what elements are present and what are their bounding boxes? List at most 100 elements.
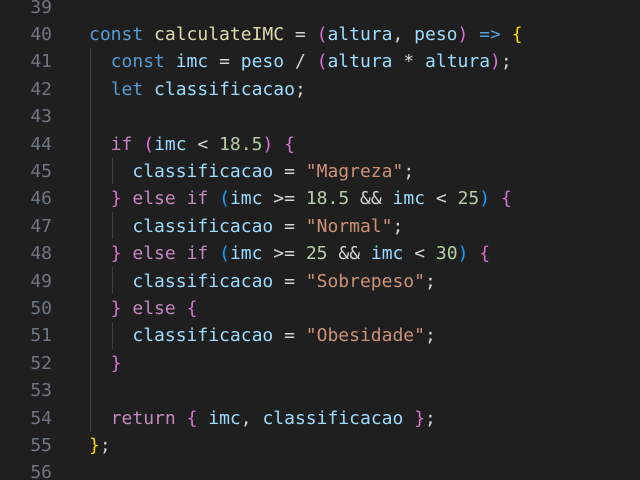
code-token: classificacao [132, 160, 274, 182]
code-text[interactable]: } [89, 350, 122, 377]
code-text[interactable]: let classificacao; [89, 76, 306, 103]
code-token: imc [370, 243, 404, 265]
line-number: 50 [30, 297, 52, 319]
code-text[interactable]: }; [89, 432, 111, 459]
code-token: 18.5 [305, 188, 350, 210]
line-number: 41 [30, 51, 52, 73]
code-token: ) [457, 243, 469, 265]
code-token: "Sobrepeso" [305, 270, 425, 292]
code-token: , [392, 23, 415, 45]
code-token: 25 [457, 188, 480, 210]
code-token: { [511, 23, 523, 45]
code-text[interactable]: if (imc < 18.5) { [89, 131, 295, 158]
code-token: ; [403, 160, 415, 182]
code-editor[interactable]: 39 40 const calculateIMC = (altura, peso) … [0, 0, 640, 480]
line-number: 51 [30, 325, 52, 347]
line-number: 47 [30, 215, 52, 237]
code-token: ) [490, 51, 501, 73]
code-line[interactable]: 51 classificacao = "Obesidade"; [0, 322, 640, 349]
code-token: } [110, 352, 122, 374]
code-token: classificacao [132, 270, 274, 292]
code-token: } [110, 243, 122, 265]
code-token: altura [327, 23, 393, 45]
code-token: else [132, 297, 176, 319]
code-token: => [479, 23, 501, 45]
line-number: 54 [30, 407, 52, 429]
line-number: 53 [30, 380, 52, 402]
code-token: classificacao [262, 407, 404, 429]
code-line[interactable]: 53 [0, 377, 640, 404]
code-line[interactable]: 47 classificacao = "Normal"; [0, 213, 640, 240]
code-text[interactable]: classificacao = "Normal"; [89, 213, 403, 240]
code-line[interactable]: 41 const imc = peso / (altura * altura); [0, 48, 640, 75]
code-token: ( [143, 133, 155, 155]
code-token: peso [414, 23, 458, 45]
code-token: } [110, 188, 122, 210]
code-line[interactable]: 44 if (imc < 18.5) { [0, 131, 640, 158]
code-token: && [327, 243, 371, 265]
code-token: 25 [305, 243, 328, 265]
code-token: = [284, 23, 317, 45]
code-token: const [89, 23, 144, 45]
code-token: ) [457, 23, 469, 45]
code-token: ( [316, 23, 328, 45]
code-text[interactable]: const imc = peso / (altura * altura); [89, 48, 512, 75]
code-line[interactable]: 52 } [0, 350, 640, 377]
code-token: < [425, 188, 458, 210]
code-line[interactable]: 50 } else { [0, 295, 640, 322]
code-token: ( [316, 51, 328, 73]
code-token: altura [327, 51, 393, 73]
code-text[interactable]: } else if (imc >= 25 && imc < 30) { [89, 240, 490, 267]
code-token: return [110, 407, 176, 429]
line-number: 52 [30, 352, 52, 374]
code-text[interactable]: const calculateIMC = (altura, peso) => { [89, 21, 523, 48]
code-text[interactable]: } else { [89, 295, 198, 322]
code-token: let [110, 78, 144, 100]
code-token: ; [424, 325, 436, 347]
code-text[interactable]: } else if (imc >= 18.5 && imc < 25) { [89, 185, 512, 212]
code-token: { [479, 243, 491, 265]
code-line[interactable]: 39 [0, 0, 640, 21]
code-token: imc [229, 243, 263, 265]
code-line[interactable]: 40 const calculateIMC = (altura, peso) =>… [0, 21, 640, 48]
code-line[interactable]: 49 classificacao = "Sobrepeso"; [0, 268, 640, 295]
code-line[interactable]: 43 [0, 103, 640, 130]
code-token: ; [392, 215, 404, 237]
code-text[interactable]: return { imc, classificacao }; [89, 405, 436, 432]
line-number: 56 [30, 462, 52, 480]
code-text[interactable]: classificacao = "Obesidade"; [89, 322, 436, 349]
code-token: imc [229, 188, 263, 210]
code-line[interactable]: 56 [0, 459, 640, 480]
code-line[interactable]: 46 } else if (imc >= 18.5 && imc < 25) { [0, 185, 640, 212]
code-line[interactable]: 54 return { imc, classificacao }; [0, 405, 640, 432]
code-line[interactable]: 45 classificacao = "Magreza"; [0, 158, 640, 185]
line-number: 44 [30, 133, 52, 155]
code-text[interactable]: classificacao = "Magreza"; [89, 158, 414, 185]
code-token: = [273, 215, 306, 237]
code-token: "Magreza" [305, 160, 404, 182]
code-token: ( [219, 188, 230, 210]
code-token: ) [479, 188, 491, 210]
code-token: if [110, 133, 133, 155]
code-token: if [186, 243, 209, 265]
code-token: = [273, 325, 306, 347]
code-token: < [403, 243, 436, 265]
code-line[interactable]: 48 } else if (imc >= 25 && imc < 30) { [0, 240, 640, 267]
code-token: } [89, 434, 100, 456]
code-line[interactable]: 55}; [0, 432, 640, 459]
code-text[interactable]: classificacao = "Sobrepeso"; [89, 268, 435, 295]
line-number: 42 [30, 78, 52, 100]
code-line[interactable]: 42 let classificacao; [0, 76, 640, 103]
code-token: } [414, 407, 426, 429]
